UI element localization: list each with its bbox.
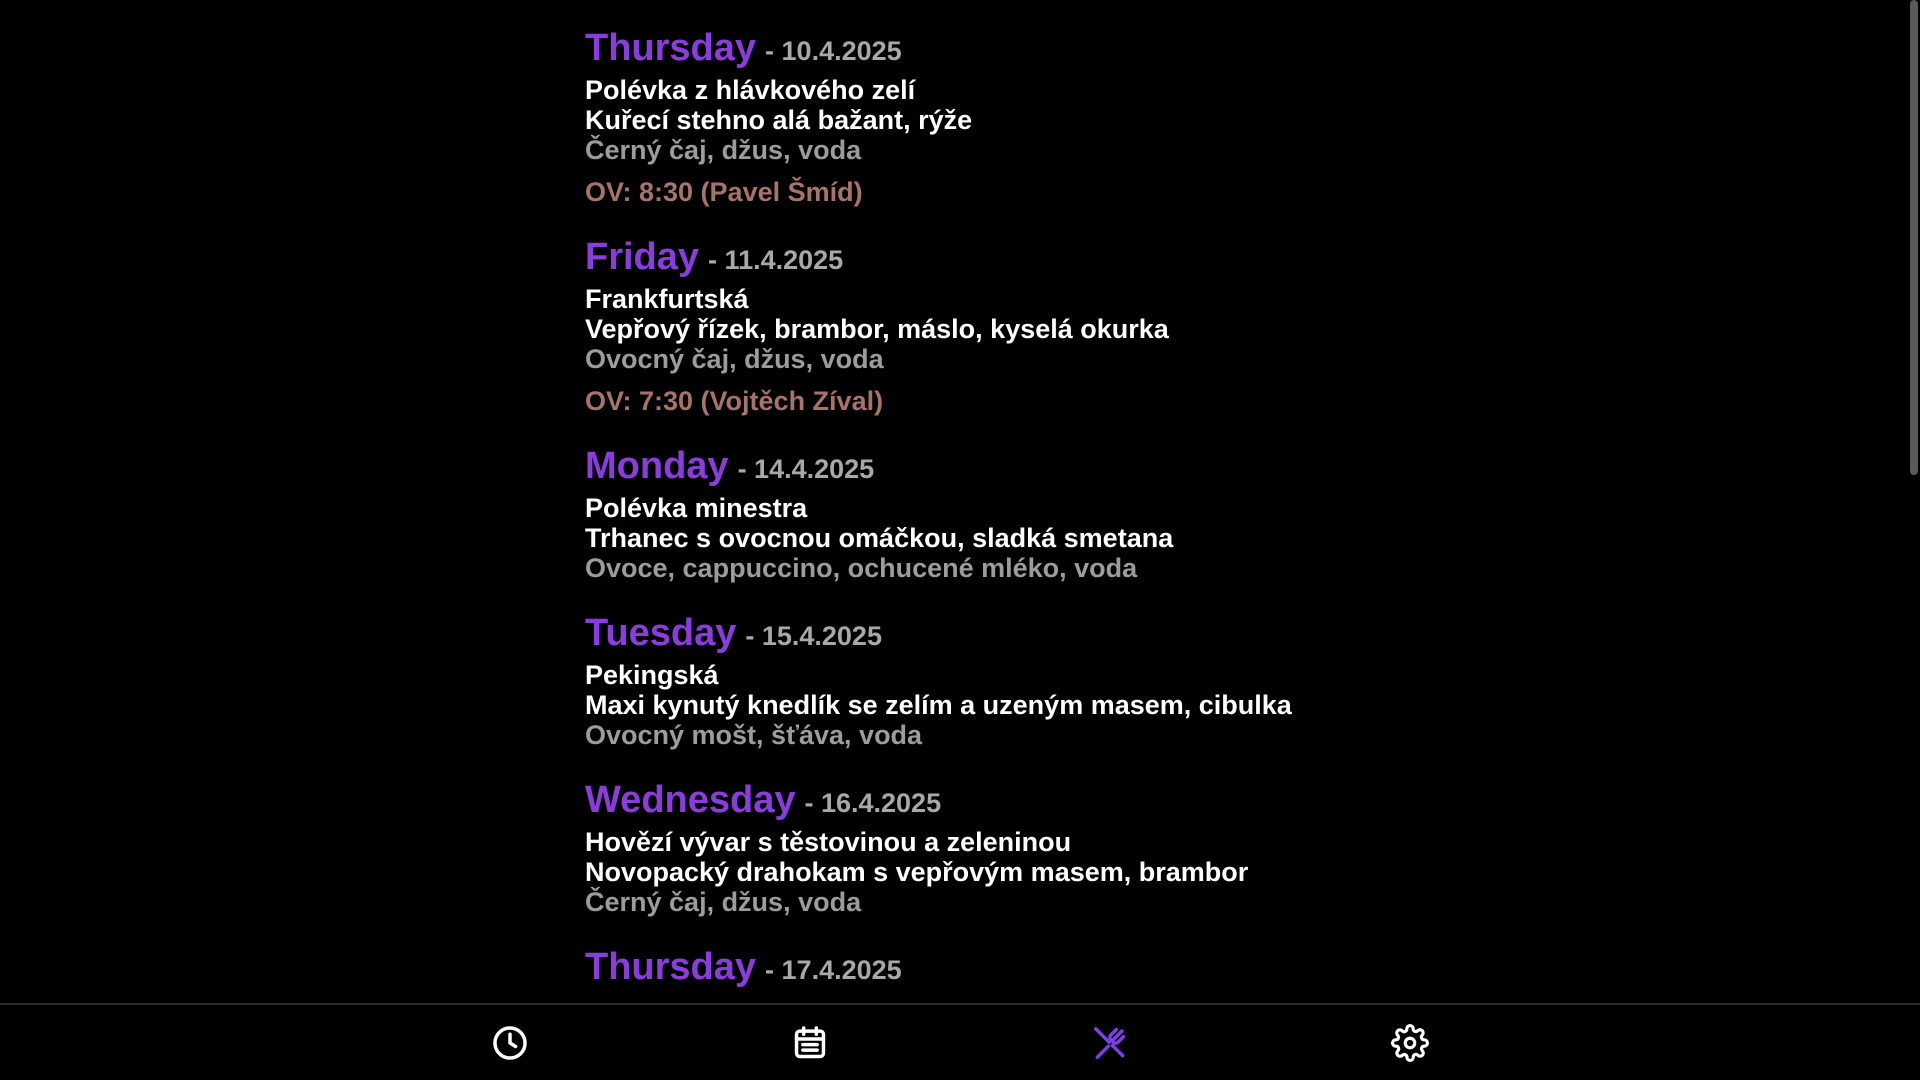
- menu-scroll-area[interactable]: Thursday - 10.4.2025 Polévka z hlávkovéh…: [0, 0, 1905, 1003]
- day-name: Wednesday: [585, 779, 796, 821]
- soup: Frankfurtská: [585, 284, 749, 314]
- main-course: Maxi kynutý knedlík se zelím a uzeným ma…: [585, 690, 1292, 720]
- day-name: Monday: [585, 445, 729, 487]
- day-entry: Friday - 11.4.2025 Frankfurtská Vepřový …: [585, 233, 1485, 416]
- soup: Polévka minestra: [585, 493, 808, 523]
- scrollbar-thumb[interactable]: [1910, 0, 1918, 475]
- day-date: - 16.4.2025: [804, 788, 942, 818]
- soup: Pekingská: [585, 660, 719, 690]
- day-date: - 11.4.2025: [708, 245, 844, 275]
- day-entry: Wednesday - 16.4.2025 Hovězí vývar s těs…: [585, 776, 1485, 917]
- day-entry: Monday - 14.4.2025 Polévka minestra Trha…: [585, 442, 1485, 583]
- day-name: Thursday: [585, 27, 757, 69]
- main-course: Kuřecí stehno alá bažant, rýže: [585, 105, 973, 135]
- drinks: Černý čaj, džus, voda: [585, 887, 862, 917]
- day-header: Friday - 11.4.2025: [585, 233, 1485, 281]
- utensils-icon: [1094, 1026, 1126, 1059]
- calendar-icon: [794, 1025, 826, 1058]
- nav-lunch-menu[interactable]: [1070, 1005, 1150, 1080]
- drinks: Ovocný mošt, šťáva, voda: [585, 720, 923, 750]
- drinks: Ovocný čaj, džus, voda: [585, 344, 884, 374]
- bottom-navigation: [0, 1003, 1920, 1080]
- day-entry: Thursday - 17.4.2025: [585, 943, 1485, 991]
- nav-settings[interactable]: [1370, 1005, 1450, 1080]
- app-root: Thursday - 10.4.2025 Polévka z hlávkovéh…: [0, 0, 1920, 1080]
- scrollbar[interactable]: [1908, 0, 1920, 1003]
- soup: Hovězí vývar s těstovinou a zeleninou: [585, 827, 1072, 857]
- lunch-menu-list: Thursday - 10.4.2025 Polévka z hlávkovéh…: [585, 24, 1485, 1003]
- day-header: Tuesday - 15.4.2025: [585, 609, 1485, 657]
- day-name: Thursday: [585, 946, 757, 988]
- day-entry: Tuesday - 15.4.2025 Pekingská Maxi kynut…: [585, 609, 1485, 750]
- drinks: Černý čaj, džus, voda: [585, 135, 862, 165]
- day-entry: Thursday - 10.4.2025 Polévka z hlávkovéh…: [585, 24, 1485, 207]
- day-header: Thursday - 10.4.2025: [585, 24, 1485, 72]
- order-info: OV: 8:30 (Pavel Šmíd): [585, 177, 863, 207]
- day-header: Thursday - 17.4.2025: [585, 943, 1485, 991]
- main-course: Novopacký drahokam s vepřovým masem, bra…: [585, 857, 1249, 887]
- nav-calendar[interactable]: [770, 1005, 850, 1080]
- gear-icon: [1391, 1023, 1429, 1062]
- day-date: - 15.4.2025: [745, 621, 882, 651]
- order-info: OV: 7:30 (Vojtěch Zíval): [585, 386, 884, 416]
- soup: Polévka z hlávkového zelí: [585, 75, 916, 105]
- nav-timetable[interactable]: [470, 1005, 550, 1080]
- main-course: Trhanec s ovocnou omáčkou, sladká smetan…: [585, 523, 1174, 553]
- main-course: Vepřový řízek, brambor, máslo, kyselá ok…: [585, 314, 1169, 344]
- clock-icon: [493, 1025, 527, 1060]
- day-name: Tuesday: [585, 612, 737, 654]
- day-date: - 10.4.2025: [765, 36, 902, 66]
- day-name: Friday: [585, 236, 700, 278]
- day-header: Monday - 14.4.2025: [585, 442, 1485, 490]
- day-header: Wednesday - 16.4.2025: [585, 776, 1485, 824]
- day-date: - 14.4.2025: [737, 454, 875, 484]
- day-date: - 17.4.2025: [765, 955, 902, 985]
- drinks: Ovoce, cappuccino, ochucené mléko, voda: [585, 553, 1138, 583]
